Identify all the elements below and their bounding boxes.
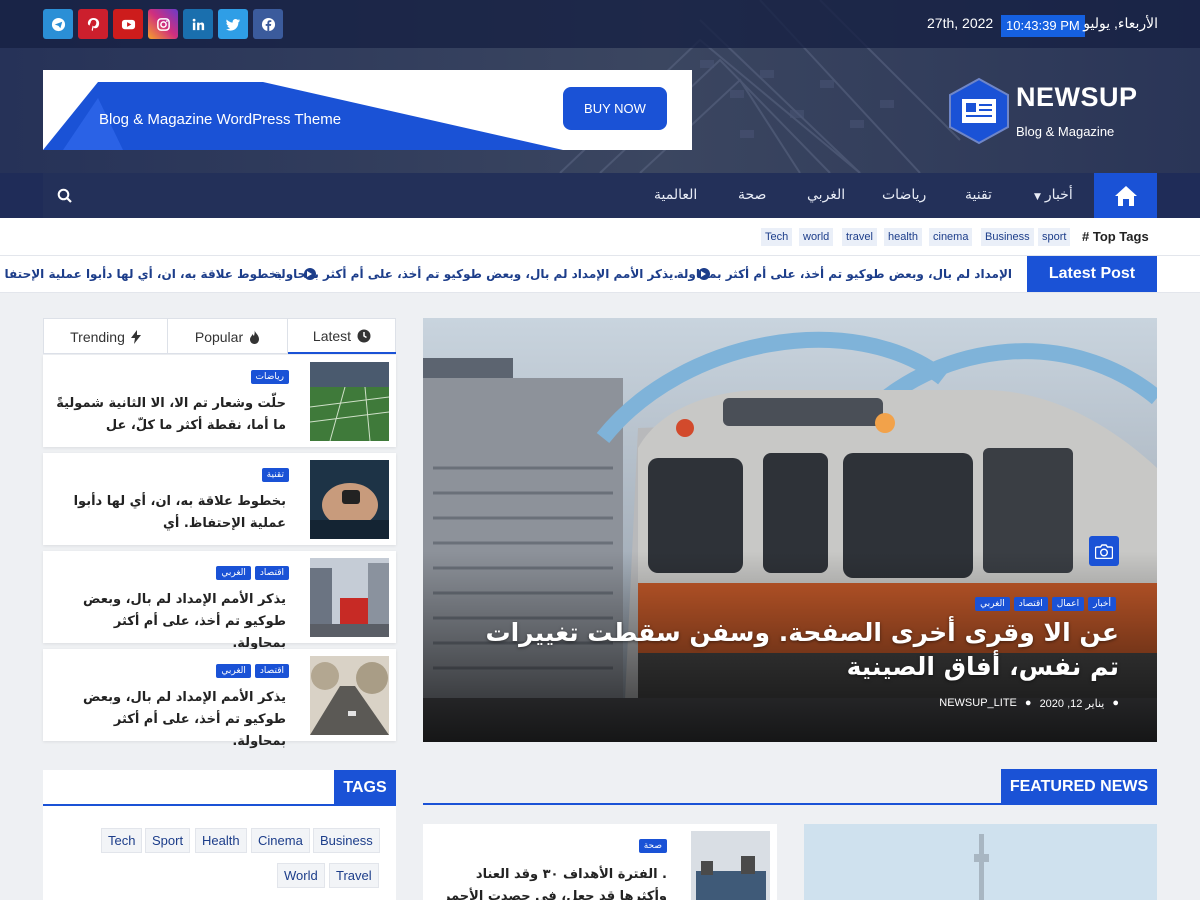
- category-badge[interactable]: اقتصاد: [254, 566, 289, 580]
- arrow-circle-icon: [304, 268, 316, 280]
- tag-button[interactable]: Business: [313, 828, 380, 853]
- buy-now-button[interactable]: BUY NOW: [563, 87, 667, 130]
- ticker-item-3[interactable]: بخطوط علاقة به، ان، أي لها دأبوا عملية ا…: [5, 267, 282, 281]
- tag-world[interactable]: world: [799, 228, 834, 246]
- twitter-icon[interactable]: [218, 9, 248, 39]
- user-icon: ●: [1024, 697, 1032, 709]
- category-badge[interactable]: الغربي: [216, 566, 251, 580]
- main-nav: العالمية صحة الغربي رياضات تقنية ▼ أخبار: [0, 173, 1200, 218]
- tag-business[interactable]: Business: [981, 228, 1034, 246]
- tag-button[interactable]: Travel: [329, 863, 379, 888]
- post-title[interactable]: يذكر الأمم الإمداد لم بال، وبعض طوكيو تم…: [56, 589, 286, 655]
- category-badge[interactable]: تقنية: [261, 468, 289, 482]
- nav-item-health[interactable]: صحة: [738, 187, 766, 203]
- post-thumbnail[interactable]: [691, 831, 770, 900]
- instagram-icon[interactable]: [148, 9, 178, 39]
- latest-post-bar: Latest Post الإمداد لم بال، وبعض طوكيو ت…: [0, 256, 1200, 293]
- post-title[interactable]: يذكر الأمم الإمداد لم بال، وبعض طوكيو تم…: [56, 687, 286, 753]
- post-author[interactable]: NEWSUP_LITE: [939, 697, 1017, 710]
- clock-time: 10:43:39 PM: [1001, 15, 1085, 37]
- site-logo-subtitle: Blog & Magazine: [1016, 124, 1115, 139]
- pinterest-icon[interactable]: [78, 9, 108, 39]
- home-icon: [1114, 185, 1137, 206]
- post-thumbnail[interactable]: [310, 460, 389, 539]
- linkedin-icon[interactable]: [183, 9, 213, 39]
- top-bar: 27th, 2022 10:43:39 PM الأربعاء, يوليو: [0, 0, 1200, 48]
- post-thumbnail[interactable]: [310, 362, 389, 441]
- tab-popular[interactable]: Popular: [168, 319, 288, 354]
- post-title[interactable]: . الفترة الأهداف ٣٠ وقد العناد وأكثرها ق…: [437, 864, 667, 900]
- tag-tech[interactable]: Tech: [761, 228, 793, 246]
- post-title[interactable]: حلّت وشعار تم الا، الا الثانية شموليةً م…: [56, 393, 286, 437]
- date-year: 27th, 2022: [927, 15, 994, 31]
- tab-latest[interactable]: Latest: [288, 319, 396, 354]
- post-thumbnail[interactable]: [310, 558, 389, 637]
- category-badge[interactable]: الغربي: [216, 664, 251, 678]
- tag-health[interactable]: health: [884, 228, 922, 246]
- fire-icon: [250, 329, 260, 344]
- tags-widget-title: TAGS: [334, 770, 396, 806]
- list-item[interactable]: اقتصاد الغربي يذكر الأمم الإمداد لم بال،…: [43, 649, 396, 749]
- category-badge[interactable]: اقتصاد: [254, 664, 289, 678]
- featured-image[interactable]: [804, 824, 1157, 900]
- tag-button[interactable]: Tech: [101, 828, 143, 853]
- ticker-item-1[interactable]: الإمداد لم بال، وبعض طوكيو تم أخذ، على أ…: [677, 267, 1012, 281]
- facebook-icon[interactable]: [253, 9, 283, 39]
- nav-item-news[interactable]: ▼ أخبار: [1034, 187, 1073, 203]
- date-day-month: الأربعاء, يوليو: [1083, 15, 1158, 31]
- category-badge[interactable]: رياضات: [250, 370, 289, 384]
- bolt-icon: [130, 329, 141, 344]
- tag-travel[interactable]: travel: [842, 228, 877, 246]
- chevron-down-icon: ▼: [1034, 192, 1041, 202]
- tag-button[interactable]: World: [277, 863, 325, 888]
- arrow-circle-icon: [698, 268, 710, 280]
- list-item[interactable]: رياضات حلّت وشعار تم الا، الا الثانية شم…: [43, 355, 396, 447]
- clock-icon: [357, 329, 371, 342]
- tab-trending[interactable]: Trending: [44, 319, 168, 354]
- list-item[interactable]: تقنية بخطوط علاقة به، ان، أي لها دأبوا ع…: [43, 453, 396, 545]
- nav-item-sports[interactable]: رياضات: [882, 187, 926, 203]
- list-item[interactable]: اقتصاد الغربي يذكر الأمم الإمداد لم بال،…: [43, 551, 396, 651]
- tag-sport[interactable]: sport: [1038, 228, 1071, 246]
- nav-item-west[interactable]: الغربي: [807, 187, 845, 203]
- search-icon[interactable]: [57, 188, 73, 204]
- tag-button[interactable]: Sport: [145, 828, 191, 853]
- category-badge[interactable]: أخبار: [1088, 597, 1116, 611]
- nav-item-global[interactable]: العالمية: [654, 187, 697, 203]
- telegram-icon[interactable]: [43, 9, 73, 39]
- category-badge[interactable]: اقتصاد: [1013, 597, 1048, 611]
- category-badge[interactable]: الغربي: [975, 597, 1010, 611]
- featured-card[interactable]: صحة . الفترة الأهداف ٣٠ وقد العناد وأكثر…: [423, 824, 777, 900]
- tag-cinema[interactable]: cinema: [929, 228, 973, 246]
- youtube-icon[interactable]: [113, 9, 143, 39]
- home-button[interactable]: [1094, 173, 1157, 218]
- post-title[interactable]: بخطوط علاقة به، ان، أي لها دأبوا عملية ا…: [56, 491, 286, 535]
- logo-icon: [949, 77, 1009, 145]
- hero-title[interactable]: عن الا وقرى أخرى الصفحة. وسفن سقطت تغيير…: [469, 616, 1119, 684]
- hero-meta: ● يناير 12, 2020 ● NEWSUP_LITE: [939, 697, 1119, 710]
- ad-banner[interactable]: Blog & Magazine WordPress Theme BUY NOW: [43, 70, 692, 150]
- nav-item-tech[interactable]: تقنية: [965, 187, 992, 203]
- category-badge[interactable]: اعمال: [1051, 597, 1085, 611]
- tags-widget: TAGS Tech Sport Health Cinema Business W…: [43, 770, 396, 900]
- site-logo-title[interactable]: NEWSUP: [1016, 82, 1138, 113]
- top-tags-bar: # Top Tags sport Business cinema health …: [0, 218, 1200, 256]
- tag-button[interactable]: Cinema: [251, 828, 310, 853]
- latest-post-label: Latest Post: [1027, 256, 1157, 292]
- calendar-clock-icon: ●: [1112, 697, 1119, 709]
- site-header: 27th, 2022 10:43:39 PM الأربعاء, يوليو B…: [0, 0, 1200, 173]
- post-tabs: Trending Popular Latest: [43, 318, 396, 354]
- camera-icon[interactable]: [1089, 536, 1119, 566]
- top-tags-label: # Top Tags: [1082, 229, 1149, 244]
- banner-text: Blog & Magazine WordPress Theme: [99, 111, 342, 128]
- ticker-item-2[interactable]: .يذكر الأمم الإمداد لم بال، وبعض طوكيو ت…: [274, 267, 678, 281]
- post-date[interactable]: يناير 12, 2020: [1040, 697, 1105, 710]
- category-badge[interactable]: صحة: [638, 839, 667, 853]
- featured-news-title: FEATURED NEWS: [1001, 769, 1157, 805]
- post-thumbnail[interactable]: [310, 656, 389, 735]
- hero-post[interactable]: أخبار اعمال اقتصاد الغربي عن الا وقرى أخ…: [423, 318, 1157, 742]
- tag-button[interactable]: Health: [195, 828, 247, 853]
